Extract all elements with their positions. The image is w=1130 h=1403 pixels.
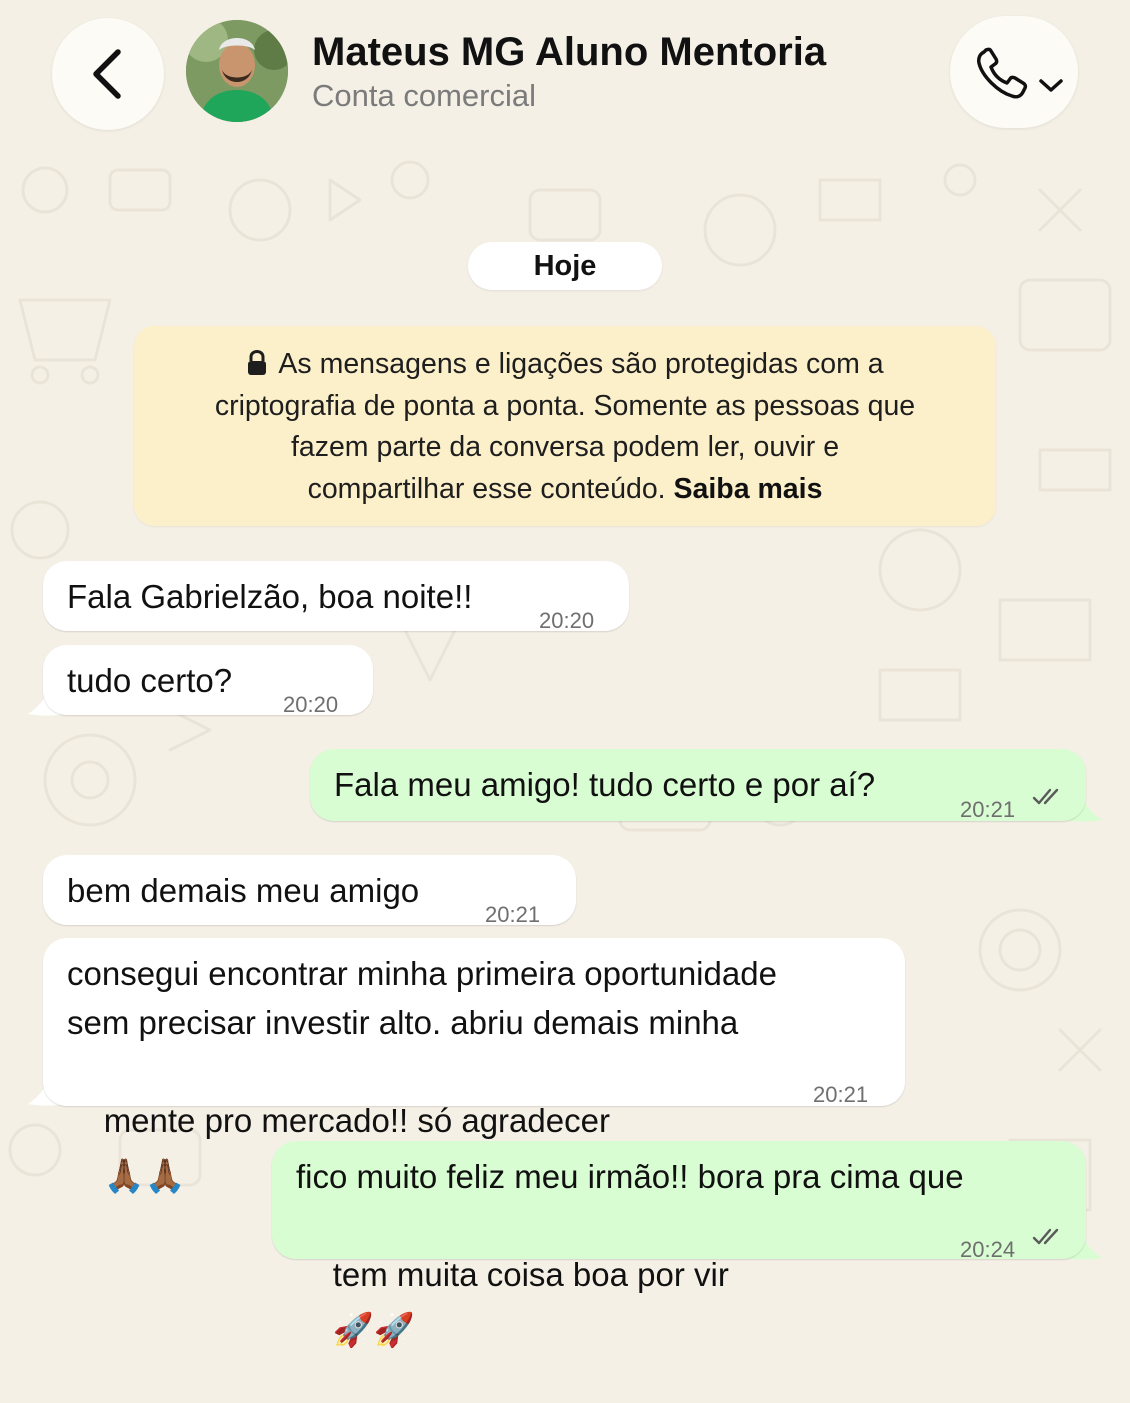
learn-more-link[interactable]: Saiba mais: [674, 473, 823, 505]
chat-header: Mateus MG Aluno Mentoria Conta comercial: [0, 0, 1130, 150]
message-outgoing[interactable]: Fala meu amigo! tudo certo e por aí? 20:…: [310, 749, 1086, 822]
message-text: bem demais meu amigo: [67, 872, 420, 909]
message-text-line: sem precisar investir alto. abriu demais…: [67, 1004, 739, 1041]
message-incoming[interactable]: bem demais meu amigo 20:21: [43, 855, 576, 927]
message-time: 20:21: [960, 797, 1016, 822]
contact-name[interactable]: Mateus MG Aluno Mentoria: [312, 30, 826, 75]
encryption-notice-line-2: criptografia de ponta a ponta. Somente a…: [214, 389, 916, 422]
message-incoming[interactable]: Fala Gabrielzão, boa noite!! 20:20: [43, 561, 629, 633]
chevron-left-icon: [93, 49, 121, 99]
praying-hands-emoji: 🙏🏾🙏🏾: [103, 1156, 186, 1195]
avatar-image: [186, 20, 288, 122]
message-time: 20:24: [960, 1237, 1016, 1262]
message-text-line: consegui encontrar minha primeira oportu…: [67, 955, 777, 992]
message-time: 20:21: [485, 902, 541, 927]
contact-subtitle: Conta comercial: [312, 78, 536, 113]
avatar[interactable]: [186, 20, 288, 122]
message-text: Fala Gabrielzão, boa noite!!: [67, 578, 473, 615]
lock-icon: [248, 350, 267, 375]
read-receipt-icon: [1032, 788, 1059, 805]
message-text: mente pro mercado!! só agradecer: [103, 1102, 610, 1139]
message-incoming[interactable]: consegui encontrar minha primeira oportu…: [43, 938, 905, 1195]
message-outgoing[interactable]: fico muito feliz meu irmão!! bora pra ci…: [272, 1141, 1086, 1349]
message-time: 20:20: [283, 692, 339, 717]
message-text-line: fico muito feliz meu irmão!! bora pra ci…: [296, 1158, 964, 1195]
phone-icon: [977, 47, 1028, 99]
chevron-down-icon: [1039, 79, 1063, 92]
encryption-notice-line-4: compartilhar esse conteúdo.: [307, 472, 666, 505]
message-time: 20:20: [539, 608, 595, 633]
message-text: tem muita coisa boa por vir: [332, 1256, 729, 1293]
read-receipt-icon: [1032, 1228, 1059, 1245]
back-button[interactable]: [52, 18, 164, 130]
message-text: tudo certo?: [67, 662, 233, 699]
message-time: 20:21: [813, 1082, 869, 1107]
encryption-notice-line-3: fazem parte da conversa podem ler, ouvir…: [290, 431, 840, 463]
message-text-line-with-emoji: tem muita coisa boa por vir 🚀🚀: [296, 1201, 729, 1403]
rocket-emoji: 🚀🚀: [332, 1310, 415, 1349]
call-button[interactable]: [950, 16, 1078, 128]
encryption-notice[interactable]: As mensagens e ligações são protegidas c…: [134, 326, 996, 526]
date-separator: Hoje: [468, 242, 662, 290]
encryption-notice-line-1: As mensagens e ligações são protegidas c…: [278, 348, 884, 380]
message-text: Fala meu amigo! tudo certo e por aí?: [334, 766, 876, 803]
message-incoming[interactable]: tudo certo? 20:20: [43, 645, 373, 717]
